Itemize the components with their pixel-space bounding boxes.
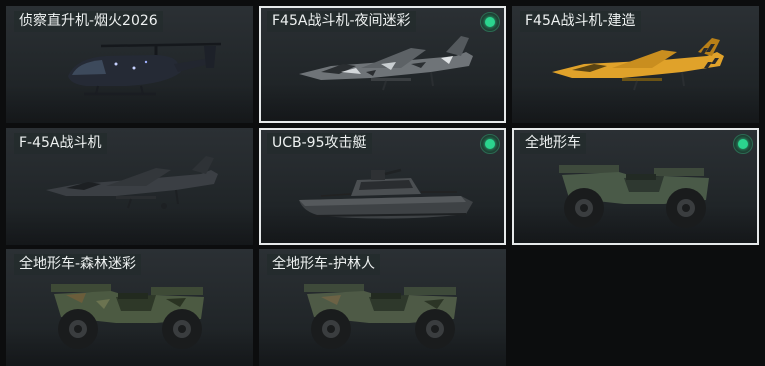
vehicle-card-recon-helicopter[interactable]: 侦察直升机-烟火2026 bbox=[6, 6, 253, 123]
owned-indicator-icon bbox=[733, 134, 753, 154]
vehicle-card-atv[interactable]: 全地形车 bbox=[512, 128, 759, 245]
vehicle-name-label: 全地形车 bbox=[520, 133, 586, 154]
vehicle-name-label: 侦察直升机-烟火2026 bbox=[14, 11, 163, 32]
vehicle-name-label: F45A战斗机-建造 bbox=[520, 11, 641, 32]
vehicle-card-atv-ranger[interactable]: 全地形车-护林人 bbox=[259, 249, 506, 366]
vehicle-card-ucb-95-attack-boat[interactable]: UCB-95攻击艇 bbox=[259, 128, 506, 245]
vehicle-name-label: F45A战斗机-夜间迷彩 bbox=[267, 11, 416, 32]
owned-indicator-icon bbox=[480, 12, 500, 32]
vehicle-name-label: UCB-95攻击艇 bbox=[267, 133, 372, 154]
vehicle-card-f45a-night-camo[interactable]: F45A战斗机-夜间迷彩 bbox=[259, 6, 506, 123]
owned-indicator-icon bbox=[480, 134, 500, 154]
vehicle-name-label: 全地形车-护林人 bbox=[267, 254, 381, 275]
vehicle-card-f-45a[interactable]: F-45A战斗机 bbox=[6, 128, 253, 245]
vehicle-grid: 侦察直升机-烟火2026 F45A战斗机-夜间迷彩 F45A战斗机-建造 F-4… bbox=[0, 0, 765, 366]
vehicle-card-f45a-construction[interactable]: F45A战斗机-建造 bbox=[512, 6, 759, 123]
vehicle-card-atv-forest-camo[interactable]: 全地形车-森林迷彩 bbox=[6, 249, 253, 366]
vehicle-name-label: F-45A战斗机 bbox=[14, 133, 107, 154]
vehicle-name-label: 全地形车-森林迷彩 bbox=[14, 254, 142, 275]
